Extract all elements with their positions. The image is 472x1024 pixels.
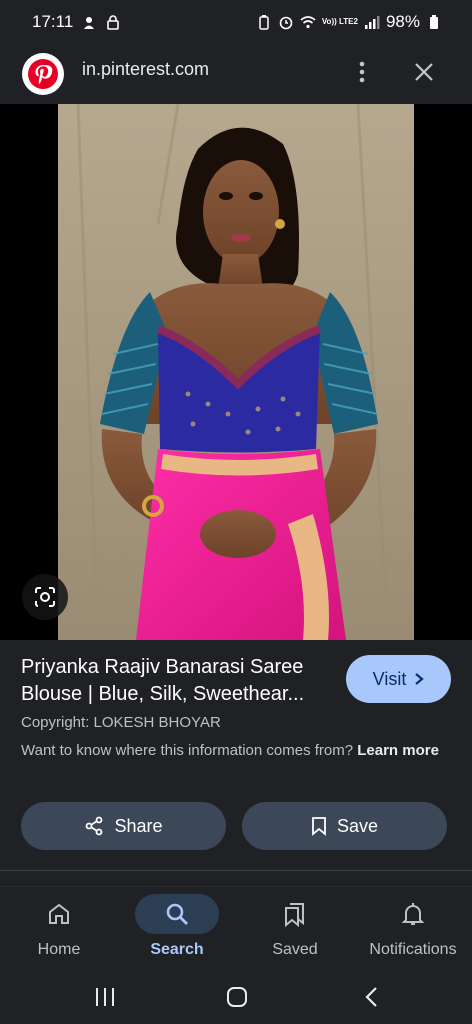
pin-image-area bbox=[0, 104, 472, 640]
notification-app-icon bbox=[81, 14, 97, 30]
pin-photo[interactable] bbox=[58, 104, 414, 640]
search-icon bbox=[135, 894, 219, 934]
home-circle-icon bbox=[227, 987, 247, 1007]
pin-title: Priyanka Raajiv Banarasi Saree Blouse | … bbox=[21, 656, 305, 705]
visit-label: Visit bbox=[372, 668, 407, 689]
chevron-right-icon bbox=[415, 673, 425, 685]
wifi-icon bbox=[300, 14, 316, 30]
bottom-navigation: Home Search Saved Notifications bbox=[0, 886, 472, 971]
bell-icon bbox=[371, 894, 455, 934]
bookmarks-icon bbox=[253, 894, 337, 934]
learn-more-link[interactable]: Learn more bbox=[357, 742, 439, 759]
system-navigation-bar bbox=[0, 970, 472, 1024]
alarm-icon bbox=[278, 14, 294, 30]
lens-icon bbox=[35, 587, 55, 607]
save-label: Save bbox=[336, 815, 379, 836]
share-label: Share bbox=[114, 815, 163, 836]
bookmark-icon bbox=[312, 817, 326, 836]
battery-saver-icon bbox=[256, 14, 272, 30]
nav-notifications[interactable]: Notifications bbox=[354, 887, 472, 971]
copyright-text: Copyright: LOKESH BHOYAR bbox=[21, 714, 221, 731]
recents-icon bbox=[96, 988, 114, 1006]
nav-saved[interactable]: Saved bbox=[236, 887, 354, 971]
nav-home[interactable]: Home bbox=[0, 887, 118, 971]
share-button[interactable]: Share bbox=[21, 802, 226, 850]
visit-button[interactable]: Visit bbox=[346, 655, 451, 703]
url-text[interactable]: in.pinterest.com bbox=[82, 59, 209, 80]
share-icon bbox=[86, 816, 103, 836]
nav-saved-label: Saved bbox=[272, 941, 318, 958]
lock-icon bbox=[105, 14, 121, 30]
close-icon bbox=[415, 63, 433, 81]
info-question: Want to know where this information come… bbox=[21, 740, 441, 761]
browser-url-bar: in.pinterest.com bbox=[0, 44, 472, 105]
recent-apps-button[interactable] bbox=[90, 982, 120, 1012]
visual-search-button[interactable] bbox=[22, 574, 68, 620]
pin-info-panel: Priyanka Raajiv Banarasi Saree Blouse | … bbox=[0, 640, 472, 885]
status-bar: 17:11 Vo)) LTE2 98% bbox=[0, 0, 472, 44]
back-button[interactable] bbox=[356, 982, 386, 1012]
pinterest-logo-icon[interactable] bbox=[22, 53, 64, 95]
more-vert-icon bbox=[359, 61, 365, 83]
more-options-button[interactable] bbox=[350, 54, 374, 90]
back-chevron-icon bbox=[365, 987, 377, 1007]
network-label: Vo)) LTE2 bbox=[321, 17, 358, 26]
home-icon bbox=[17, 894, 101, 934]
nav-home-label: Home bbox=[37, 941, 81, 958]
home-system-button[interactable] bbox=[222, 982, 252, 1012]
battery-icon bbox=[426, 14, 442, 30]
save-button[interactable]: Save bbox=[242, 802, 447, 850]
nav-search[interactable]: Search bbox=[118, 887, 236, 971]
status-time: 17:11 bbox=[32, 12, 74, 31]
nav-notifications-label: Notifications bbox=[369, 941, 457, 958]
signal-icon bbox=[364, 14, 380, 30]
nav-search-label: Search bbox=[150, 941, 204, 958]
close-button[interactable] bbox=[408, 56, 440, 88]
info-question-text: Want to know where this information come… bbox=[21, 742, 354, 759]
battery-percent: 98% bbox=[385, 12, 420, 31]
divider bbox=[0, 870, 472, 871]
